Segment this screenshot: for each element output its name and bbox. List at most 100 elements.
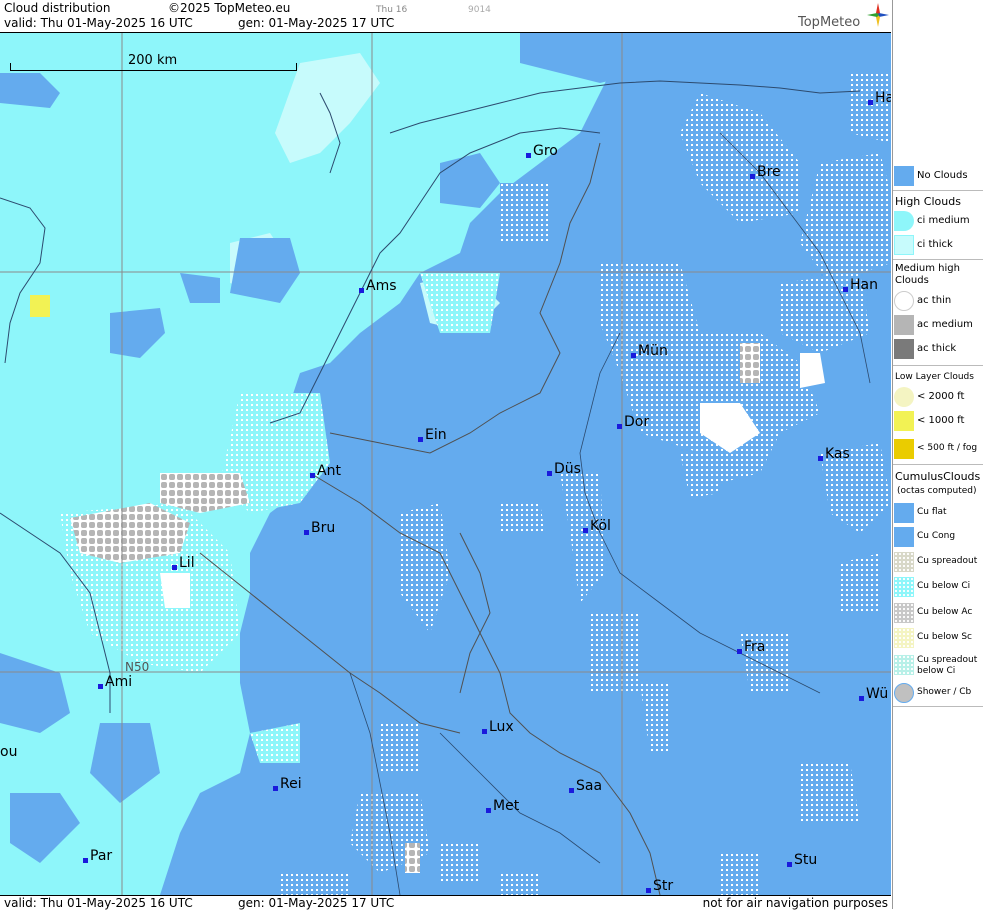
- city-label[interactable]: Kas: [818, 447, 850, 461]
- legend-cu-flat: Cu flat: [893, 502, 983, 524]
- scale-bar: [10, 63, 297, 71]
- legend-shower-cb: Shower / Cb: [893, 682, 983, 704]
- city-label[interactable]: ou: [0, 745, 17, 759]
- city-label[interactable]: Mün: [631, 344, 668, 358]
- swatch-ac-thick: [894, 339, 914, 359]
- city-marker-icon: [868, 100, 873, 105]
- legend-ac-medium: ac medium: [893, 314, 983, 336]
- city-marker-icon: [547, 471, 552, 476]
- legend-lt500: < 500 ft / fog: [893, 438, 983, 460]
- city-label[interactable]: Fra: [737, 640, 765, 654]
- city-label[interactable]: Ami: [98, 675, 132, 689]
- cloud-map[interactable]: 200 km N50 Ha Gro Bre Ams Han Mün Ein Do…: [0, 33, 891, 895]
- city-marker-icon: [843, 287, 848, 292]
- legend-lt2000: < 2000 ft: [893, 386, 983, 408]
- swatch-ci-thick: [894, 235, 914, 255]
- disclaimer: not for air navigation purposes: [702, 896, 888, 910]
- map-header: Cloud distribution ©2025 TopMeteo.eu val…: [0, 0, 891, 33]
- legend-heading-high: High Clouds: [895, 195, 961, 208]
- city-marker-icon: [304, 530, 309, 535]
- swatch-cu-below-ci: [894, 577, 914, 597]
- swatch-lt1000: [894, 411, 914, 431]
- city-label[interactable]: Ein: [418, 428, 447, 442]
- city-marker-icon: [482, 729, 487, 734]
- city-label[interactable]: Saa: [569, 779, 602, 793]
- swatch-ci-medium: [894, 211, 914, 231]
- city-label[interactable]: Str: [646, 879, 673, 893]
- map-title: Cloud distribution: [4, 1, 111, 15]
- swatch-cu-spreadout-below-ci: [894, 655, 914, 675]
- city-label[interactable]: Rei: [273, 777, 302, 791]
- city-label[interactable]: Düs: [547, 462, 581, 476]
- city-label[interactable]: Dor: [617, 415, 649, 429]
- swatch-ac-thin: [894, 291, 914, 311]
- legend-cu-spreadout-below-ci: Cu spreadout below Ci: [893, 654, 983, 680]
- city-label[interactable]: Ams: [359, 279, 397, 293]
- city-label[interactable]: Wü: [859, 687, 888, 701]
- swatch-cu-below-sc: [894, 628, 914, 648]
- swatch-cu-spreadout: [894, 552, 914, 572]
- city-label[interactable]: Par: [83, 849, 112, 863]
- city-marker-icon: [818, 456, 823, 461]
- map-canvas: [0, 33, 891, 895]
- city-marker-icon: [526, 153, 531, 158]
- city-label[interactable]: Köl: [583, 519, 611, 533]
- legend-heading-cumulus: CumulusClouds: [895, 470, 981, 483]
- city-label[interactable]: Stu: [787, 853, 817, 867]
- city-label[interactable]: Met: [486, 799, 519, 813]
- legend-ac-thin: ac thin: [893, 290, 983, 312]
- day-label: Thu 16: [376, 5, 408, 15]
- city-label[interactable]: Ant: [310, 464, 341, 478]
- legend-ac-thick: ac thick: [893, 338, 983, 360]
- city-label[interactable]: Lil: [172, 556, 195, 570]
- legend-heading-medium: Medium high Clouds: [895, 263, 960, 286]
- city-marker-icon: [273, 786, 278, 791]
- legend-heading-low: Low Layer Clouds: [895, 372, 974, 382]
- city-marker-icon: [486, 808, 491, 813]
- swatch-ac-medium: [894, 315, 914, 335]
- legend-no-clouds: No Clouds: [893, 165, 983, 187]
- legend-cu-below-sc: Cu below Sc: [893, 627, 983, 649]
- latitude-label: N50: [125, 660, 150, 674]
- city-label[interactable]: Han: [843, 278, 878, 292]
- city-label[interactable]: Lux: [482, 720, 514, 734]
- city-marker-icon: [617, 424, 622, 429]
- city-label[interactable]: Gro: [526, 144, 558, 158]
- city-marker-icon: [172, 565, 177, 570]
- city-marker-icon: [359, 288, 364, 293]
- city-marker-icon: [646, 888, 651, 893]
- legend-cu-below-ac: Cu below Ac: [893, 602, 983, 624]
- city-marker-icon: [418, 437, 423, 442]
- swatch-lt500: [894, 439, 914, 459]
- swatch-lt2000: [894, 387, 914, 407]
- map-footer: valid: Thu 01-May-2025 16 UTC gen: 01-Ma…: [0, 895, 891, 910]
- legend-cu-below-ci: Cu below Ci: [893, 576, 983, 598]
- city-marker-icon: [631, 353, 636, 358]
- city-label[interactable]: Bre: [750, 165, 781, 179]
- legend-cu-cong: Cu Cong: [893, 526, 983, 548]
- city-marker-icon: [83, 858, 88, 863]
- city-marker-icon: [569, 788, 574, 793]
- map-code: 9014: [468, 5, 491, 15]
- city-marker-icon: [98, 684, 103, 689]
- legend-ci-thick: ci thick: [893, 234, 983, 256]
- city-label[interactable]: Ha: [868, 91, 891, 105]
- city-marker-icon: [310, 473, 315, 478]
- city-label[interactable]: Bru: [304, 521, 335, 535]
- city-marker-icon: [859, 696, 864, 701]
- copyright: ©2025 TopMeteo.eu: [168, 1, 291, 15]
- compass-logo-icon: [867, 3, 889, 27]
- swatch-no-clouds: [894, 166, 914, 186]
- legend-ci-medium: ci medium: [893, 210, 983, 232]
- legend-octas-note: (octas computed): [897, 486, 977, 496]
- city-marker-icon: [737, 649, 742, 654]
- swatch-cu-flat: [894, 503, 914, 523]
- brand-name: TopMeteo: [798, 15, 861, 30]
- low-cloud-patch: [30, 295, 50, 317]
- city-marker-icon: [583, 528, 588, 533]
- city-marker-icon: [750, 174, 755, 179]
- city-marker-icon: [787, 862, 792, 867]
- generation-time: gen: 01-May-2025 17 UTC: [238, 16, 395, 30]
- legend-lt1000: < 1000 ft: [893, 410, 983, 432]
- legend: No Clouds High Clouds ci medium ci thick…: [892, 0, 983, 909]
